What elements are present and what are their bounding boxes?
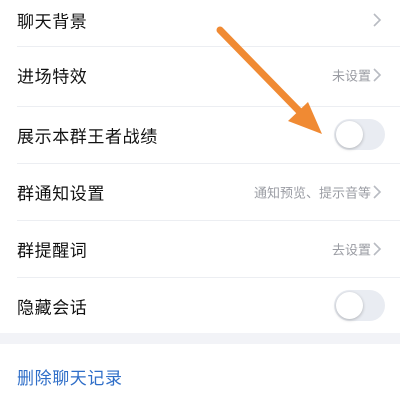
delete-chat-history-button[interactable]: 删除聊天记录 [17, 364, 123, 389]
group-reminder-words-label: 群提醒词 [17, 241, 88, 261]
entrance-effect-row[interactable]: 进场特效 未设置 [0, 46, 400, 103]
hide-conversation-label: 隐藏会话 [17, 298, 88, 318]
group-notification-settings-value: 通知预览、提示音等 [253, 186, 371, 201]
toggle-knob [336, 292, 363, 319]
hide-conversation-row: 隐藏会话 [0, 277, 400, 334]
group-reminder-words-value: 去设置 [331, 243, 371, 258]
group-notification-settings-row[interactable]: 群通知设置 通知预览、提示音等 [0, 163, 400, 220]
section-gap [0, 333, 400, 344]
group-reminder-words-row[interactable]: 群提醒词 去设置 [0, 220, 400, 277]
show-honor-of-kings-record-row: 展示本群王者战绩 [0, 106, 400, 163]
entrance-effect-value: 未设置 [331, 69, 371, 84]
chevron-right-icon [373, 12, 382, 27]
chevron-right-icon [373, 184, 382, 199]
chat-background-row[interactable]: 聊天背景 [0, 0, 400, 46]
toggle-knob [336, 121, 363, 148]
hide-conversation-toggle[interactable] [334, 290, 385, 321]
delete-chat-history-row[interactable]: 删除聊天记录 [0, 344, 400, 406]
show-record-toggle[interactable] [334, 119, 385, 150]
chevron-right-icon [373, 241, 382, 256]
show-honor-of-kings-record-label: 展示本群王者战绩 [17, 127, 158, 147]
group-notification-settings-label: 群通知设置 [17, 184, 105, 204]
entrance-effect-label: 进场特效 [17, 67, 88, 87]
chat-background-label: 聊天背景 [17, 12, 88, 32]
settings-list: 聊天背景 进场特效 未设置 展示本群王者战绩 群通知设置 通知预览、提示音等 群… [0, 0, 400, 333]
chevron-right-icon [373, 67, 382, 82]
